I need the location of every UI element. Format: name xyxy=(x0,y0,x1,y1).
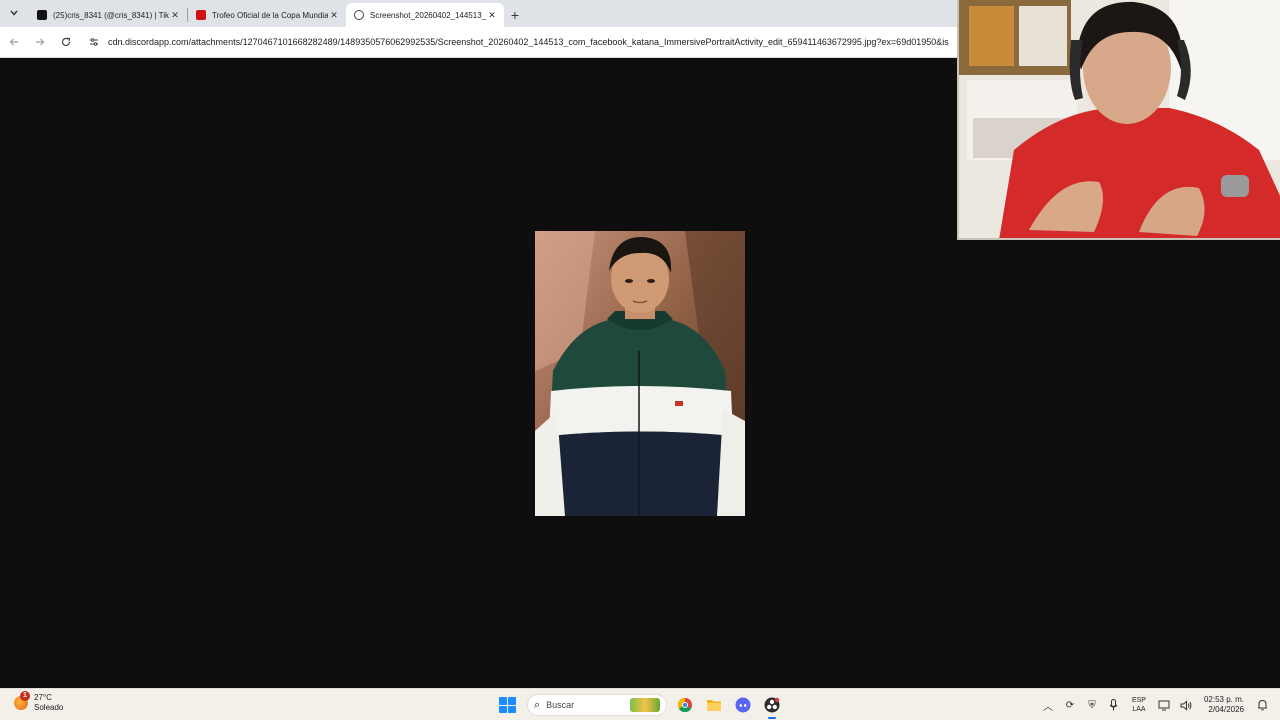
windows-logo-icon xyxy=(499,705,507,713)
chevron-up-icon: ︿ xyxy=(1042,701,1053,713)
search-placeholder: Buscar xyxy=(546,700,575,710)
taskbar-center: ⌕ Buscar xyxy=(497,693,783,719)
forward-button[interactable] xyxy=(28,30,52,54)
tab-title: Trofeo Oficial de la Copa Mundial xyxy=(212,10,328,20)
microphone-icon xyxy=(1110,699,1118,711)
start-button[interactable] xyxy=(497,695,517,715)
search-highlight-icon xyxy=(630,698,660,712)
windows-logo-icon xyxy=(499,697,507,705)
clock-time: 02:53 p. m. xyxy=(1203,695,1244,704)
weather-widget[interactable]: 1 27°C Soleado xyxy=(14,691,63,713)
search-icon: ⌕ xyxy=(534,698,541,711)
bell-icon xyxy=(1257,699,1267,711)
obs-taskbar-button[interactable] xyxy=(761,694,783,719)
windows-logo-icon xyxy=(508,697,516,705)
tab-trofeo[interactable]: Trofeo Oficial de la Copa Mundial ✕ xyxy=(188,3,346,27)
windows-taskbar: 1 27°C Soleado ⌕ Buscar ︿ ⟳ ⛨ ESP LAA 02… xyxy=(0,688,1280,720)
tiktok-icon xyxy=(37,10,47,20)
portrait-image xyxy=(535,231,745,516)
lang-bottom: LAA xyxy=(1132,706,1146,713)
weather-temperature: 27°C xyxy=(34,693,52,702)
sun-icon: 1 xyxy=(14,691,30,710)
tab-screenshot[interactable]: Screenshot_20260402_144513_com_facebook … xyxy=(346,3,504,27)
volume-icon xyxy=(1180,699,1192,711)
windows-logo-icon xyxy=(508,705,516,713)
plus-icon: + xyxy=(510,7,520,23)
address-bar[interactable]: cdn.discordapp.com/attachments/127046710… xyxy=(108,37,960,47)
close-icon[interactable]: ✕ xyxy=(328,10,340,21)
arrow-left-icon xyxy=(9,38,18,46)
weather-condition: Soleado xyxy=(34,703,64,712)
obs-icon xyxy=(764,697,780,713)
discord-taskbar-button[interactable] xyxy=(732,694,754,716)
globe-icon xyxy=(354,10,364,20)
chevron-down-icon xyxy=(10,10,18,16)
volume-tray-icon[interactable] xyxy=(1176,695,1196,715)
discord-icon xyxy=(735,697,751,713)
chrome-icon xyxy=(677,697,692,713)
show-hidden-icons-button[interactable]: ︿ xyxy=(1038,695,1058,715)
displayed-photo[interactable] xyxy=(535,231,745,516)
security-tray-icon[interactable]: ⛨ xyxy=(1082,695,1102,715)
tune-icon xyxy=(90,38,98,46)
clock-date: 2/04/2026 xyxy=(1208,705,1244,714)
tab-search-menu-button[interactable] xyxy=(3,2,25,24)
microphone-tray-icon[interactable] xyxy=(1104,695,1124,715)
reload-button[interactable] xyxy=(54,30,78,54)
webcam-overlay xyxy=(957,0,1280,240)
close-icon[interactable]: ✕ xyxy=(486,10,498,21)
back-button[interactable] xyxy=(2,30,26,54)
tab-title: Screenshot_20260402_144513_com_facebook xyxy=(370,10,486,20)
chrome-taskbar-button[interactable] xyxy=(674,694,696,716)
shield-icon: ⛨ xyxy=(1088,699,1096,711)
input-language-indicator[interactable]: ESP LAA xyxy=(1132,696,1146,714)
tab-title: (25)cris_8341 (@cris_8341) | TikTok xyxy=(53,10,169,20)
streamer-camera-feed xyxy=(959,0,1280,238)
folder-icon xyxy=(707,700,721,711)
lego-icon xyxy=(196,10,206,20)
lang-top: ESP xyxy=(1131,697,1146,704)
sync-tray-icon[interactable]: ⟳ xyxy=(1060,695,1080,715)
sync-icon: ⟳ xyxy=(1065,699,1075,711)
notifications-button[interactable] xyxy=(1252,695,1272,715)
notification-badge: 1 xyxy=(20,691,30,701)
new-tab-button[interactable]: + xyxy=(504,4,526,26)
file-explorer-button[interactable] xyxy=(703,694,725,716)
taskbar-search[interactable]: ⌕ Buscar xyxy=(527,694,667,716)
network-tray-icon[interactable] xyxy=(1154,695,1174,715)
tab-tiktok[interactable]: (25)cris_8341 (@cris_8341) | TikTok ✕ xyxy=(29,3,187,27)
system-tray: ︿ ⟳ ⛨ ESP LAA 02:53 p. m. 2/04/2026 xyxy=(1036,693,1272,717)
weather-text: 27°C Soleado xyxy=(34,693,63,713)
reload-icon xyxy=(61,37,71,47)
network-icon xyxy=(1158,700,1170,710)
arrow-right-icon xyxy=(36,38,45,46)
site-info-button[interactable] xyxy=(86,37,102,47)
taskbar-clock[interactable]: 02:53 p. m. 2/04/2026 xyxy=(1204,695,1244,715)
close-icon[interactable]: ✕ xyxy=(169,10,181,21)
